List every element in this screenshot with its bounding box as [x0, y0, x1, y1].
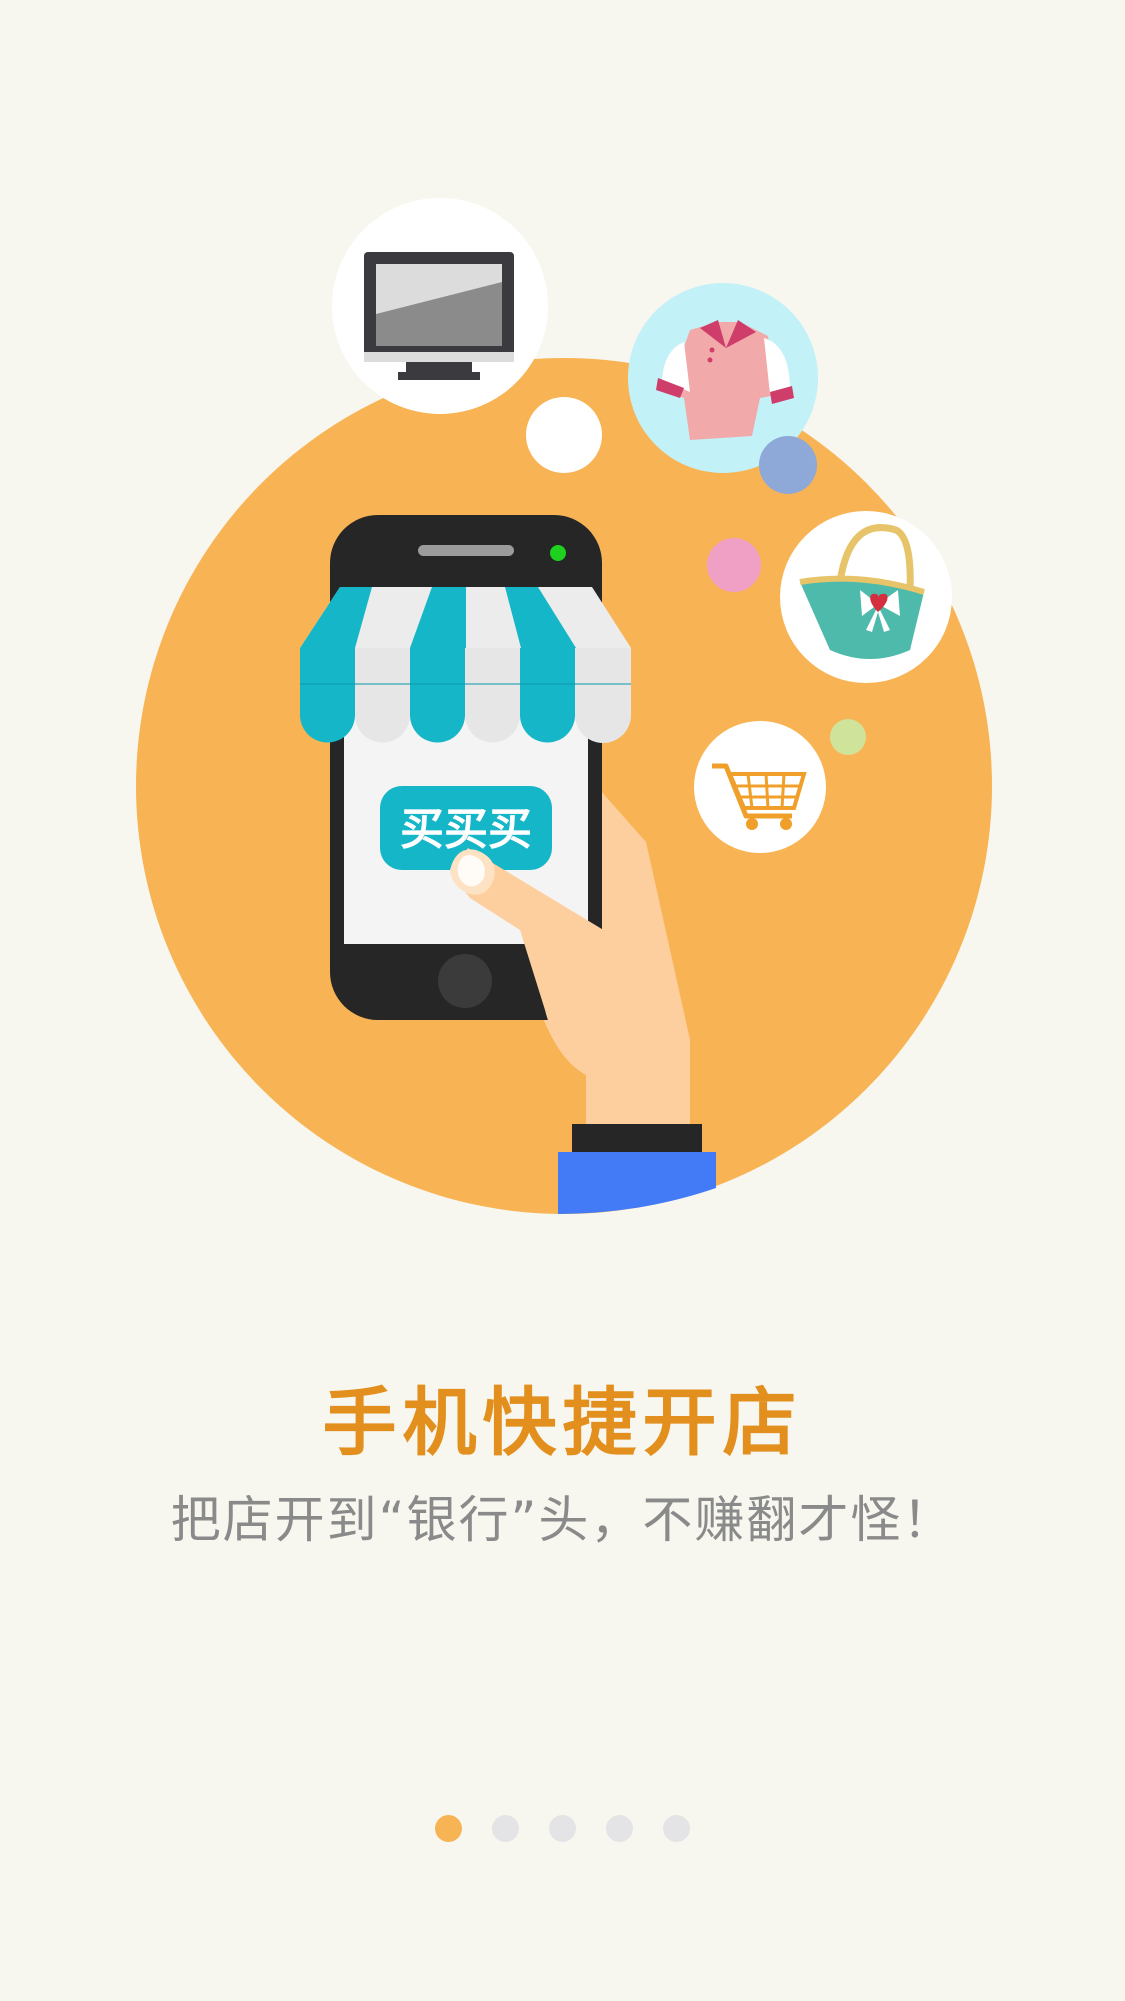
page-dot-3[interactable]	[549, 1815, 576, 1842]
page-dot-4[interactable]	[606, 1815, 633, 1842]
onboarding-title: 手机快捷开店	[322, 1380, 803, 1466]
decor-dot-green	[830, 719, 866, 755]
handbag-icon	[780, 511, 952, 683]
decor-dot-white	[526, 397, 602, 473]
decor-dot-pink	[707, 538, 761, 592]
onboarding-subtitle: 把店开到“银行”头，不赚翻才怪！	[170, 1491, 955, 1549]
page-dot-1[interactable]	[435, 1815, 462, 1842]
shop-awning	[300, 587, 631, 743]
home-button	[438, 954, 492, 1008]
decor-dot-blue	[759, 436, 817, 494]
page-dot-5[interactable]	[663, 1815, 690, 1842]
page-dot-2[interactable]	[492, 1815, 519, 1842]
buy-button-label: 买买买	[400, 804, 532, 855]
onboarding-illustration: 买买买	[136, 198, 992, 1214]
shopping-cart-icon	[694, 721, 826, 853]
monitor-icon	[332, 198, 548, 414]
page-indicator	[0, 1815, 1125, 1842]
